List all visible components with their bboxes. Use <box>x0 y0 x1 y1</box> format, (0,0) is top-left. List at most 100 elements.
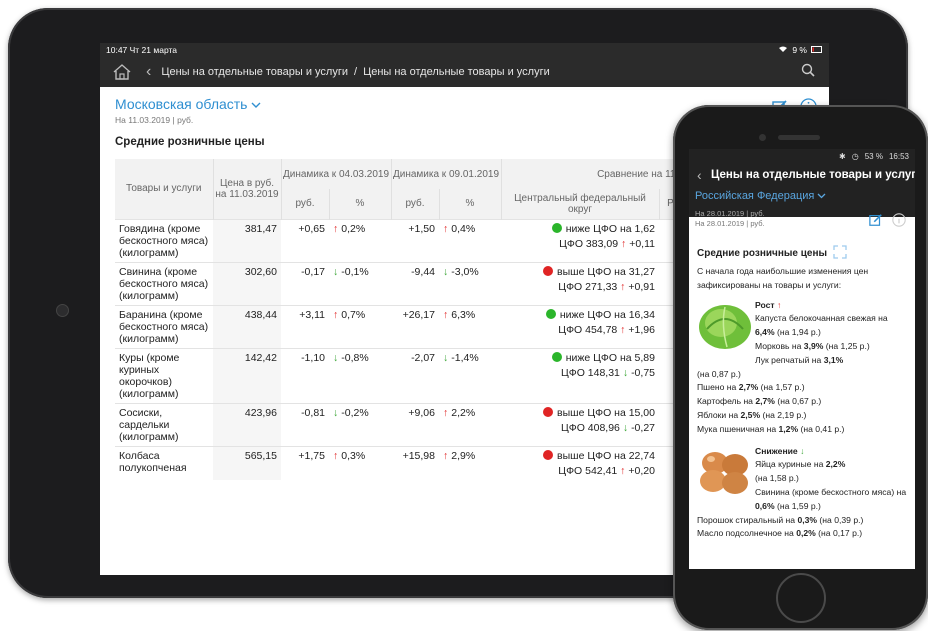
back-icon[interactable]: ‹ <box>697 167 702 183</box>
section-title: Средние розничные цены <box>697 248 828 259</box>
chevron-down-icon <box>251 96 261 112</box>
battery-icon <box>811 43 823 57</box>
edit-icon[interactable] <box>869 213 883 232</box>
table-row[interactable]: Свинина (кроме бескостного мяса) (килогр… <box>115 261 682 305</box>
pct-value: -0,1% <box>341 265 369 278</box>
cell-dyn2-pct: ↓ -1,4% <box>439 347 501 403</box>
status-dot-icon <box>545 308 556 319</box>
arrow-up-icon: ↑ <box>443 222 449 235</box>
list-item: Порошок стиральный на 0,3% (на 0,39 р.) <box>697 514 864 525</box>
list-item: Свинина (кроме бескостного мяса) на 0,6%… <box>755 486 907 511</box>
cell-dyn2-pct: ↑ 6,3% <box>439 304 501 348</box>
cfo-change: +0,91 <box>628 280 655 293</box>
pct-value: 0,2% <box>341 222 366 235</box>
date-label: На 28.01.2019 | руб. <box>695 219 765 228</box>
cfo-value: ЦФО 542,41 <box>558 464 618 477</box>
cell-dyn2-pct: ↓ -3,0% <box>439 261 501 305</box>
table-row[interactable]: Куры (кроме куриных окорочков) (килограм… <box>115 347 682 403</box>
arrow-down-icon: ↓ <box>622 366 629 379</box>
col-header-cfo: Центральный федеральный округ <box>500 189 659 219</box>
phone-camera <box>759 134 766 141</box>
arrow-up-icon: ↑ <box>620 237 627 250</box>
region-selector[interactable]: Российская Федерация <box>695 190 826 202</box>
page-title: Цены на отдельные товары и услуги <box>711 169 915 181</box>
cell-dyn2-rub: +15,98 <box>391 445 439 480</box>
cfo-value: ЦФО 408,96 <box>560 421 620 434</box>
search-icon[interactable] <box>801 63 815 80</box>
arrow-up-icon: ↑ <box>620 280 626 293</box>
arrow-down-icon: ↓ <box>333 406 339 419</box>
date-label: На 11.03.2019 | руб. <box>115 115 194 125</box>
compare-text: выше ЦФО на 22,74 <box>557 449 655 462</box>
cell-dyn2-rub: -9,44 <box>391 261 439 305</box>
list-item: Картофель на 2,7% (на 0,67 р.) <box>697 396 822 407</box>
compare-text: выше ЦФО на 15,00 <box>557 406 655 419</box>
list-item: Лук репчатый на 3,1% <box>755 354 844 365</box>
cell-dyn2-rub: +9,06 <box>391 402 439 446</box>
status-dot-icon <box>543 265 554 276</box>
chevron-down-icon <box>817 193 826 199</box>
cfo-value: ЦФО 383,09 <box>559 237 619 250</box>
cfo-change: +1,96 <box>628 323 655 336</box>
cfo-change: -0,75 <box>631 366 655 379</box>
breadcrumb-item[interactable]: Цены на отдельные товары и услуги <box>161 66 348 78</box>
list-item: Мука пшеничная на 1,2% (на 0,41 р.) <box>697 423 845 434</box>
table-row[interactable]: Говядина (кроме бескостного мяса) (килог… <box>115 218 682 262</box>
breadcrumb: Цены на отдельные товары и услуги / Цены… <box>161 66 549 78</box>
cell-dyn2-pct: ↑ 2,9% <box>439 445 501 480</box>
region-label: Российская Федерация <box>695 190 815 202</box>
tablet-camera <box>56 304 69 317</box>
list-item: Масло подсолнечное на 0,2% (на 0,17 р.) <box>697 528 863 539</box>
cell-dyn1-rub: +1,75 <box>281 445 329 480</box>
cell-dyn2-pct: ↑ 2,2% <box>439 402 501 446</box>
tablet-nav-bar: ‹ Цены на отдельные товары и услуги / Це… <box>100 57 829 87</box>
list-item: Яйца куриные на 2,2% <box>755 459 846 470</box>
cell-dyn1-rub: +3,11 <box>281 304 329 348</box>
cell-price: 381,47 <box>213 218 281 262</box>
bluetooth-icon: ✱ <box>839 152 846 161</box>
table-row[interactable]: Колбаса полукопченая 565,15 +1,75 ↑ 0,3% +15,… <box>115 445 682 480</box>
cell-dyn1-pct: ↑ 0,3% <box>329 445 391 480</box>
col-header-rub: руб. <box>390 189 439 219</box>
cfo-value: ЦФО 148,31 <box>560 366 620 379</box>
cfo-value: ЦФО 454,78 <box>558 323 618 336</box>
status-dot-icon <box>551 351 562 362</box>
region-selector[interactable]: Московская область <box>115 96 261 112</box>
home-icon[interactable] <box>112 62 132 82</box>
col-header-dyn2: Динамика к 09.01.2019 <box>390 159 501 189</box>
cell-dyn2-pct: ↑ 0,4% <box>439 218 501 262</box>
status-dot-icon <box>543 449 554 460</box>
expand-icon[interactable] <box>833 245 847 262</box>
pct-value: -3,0% <box>451 265 479 278</box>
cell-price: 142,42 <box>213 347 281 403</box>
col-header-compare: Сравнение на 11 <box>500 159 682 189</box>
table-row[interactable]: Сосиски, сардельки (килограмм) 423,96 -0,8… <box>115 402 682 446</box>
arrow-down-icon: ↓ <box>333 265 339 278</box>
col-header-pct: % <box>438 189 501 219</box>
cell-price: 438,44 <box>213 304 281 348</box>
home-button[interactable] <box>776 573 826 623</box>
pct-value: 2,9% <box>451 449 476 462</box>
cell-goods: Баранина (кроме бескостного мяса) (килог… <box>115 304 213 348</box>
list-item: Пшено на 2,7% (на 1,57 р.) <box>697 382 805 393</box>
wifi-icon <box>778 43 788 57</box>
list-item: Морковь на 3,9% (на 1,25 р.) <box>755 340 870 351</box>
cell-dyn1-pct: ↑ 0,7% <box>329 304 391 348</box>
prices-table: Товары и услуги Цена в руб. на 11.03.201… <box>115 159 682 480</box>
eggs-image <box>697 445 755 514</box>
growth-label: Рост <box>755 299 775 310</box>
cell-price: 565,15 <box>213 445 281 480</box>
breadcrumb-item[interactable]: Цены на отдельные товары и услуги <box>363 66 550 78</box>
phone-device: ✱ ◷ 53 % 16:53 ‹ Цены на отдельные товар… <box>673 105 928 630</box>
info-icon[interactable] <box>892 213 906 232</box>
arrow-up-icon: ↑ <box>333 222 339 235</box>
cell-compare: выше ЦФО на 31,27 ЦФО 271,33 ↑ +0,91 <box>501 261 659 305</box>
arrow-down-icon: ↓ <box>622 421 629 434</box>
col-header-goods: Товары и услуги <box>115 159 213 219</box>
tablet-status-bar: 10:47 Чт 21 марта 9 % <box>100 43 829 57</box>
back-icon[interactable]: ‹ <box>146 63 151 81</box>
cell-goods: Свинина (кроме бескостного мяса) (килогр… <box>115 261 213 305</box>
arrow-down-icon: ↓ <box>333 351 339 364</box>
table-row[interactable]: Баранина (кроме бескостного мяса) (килог… <box>115 304 682 348</box>
compare-text: ниже ЦФО на 1,62 <box>565 222 655 235</box>
